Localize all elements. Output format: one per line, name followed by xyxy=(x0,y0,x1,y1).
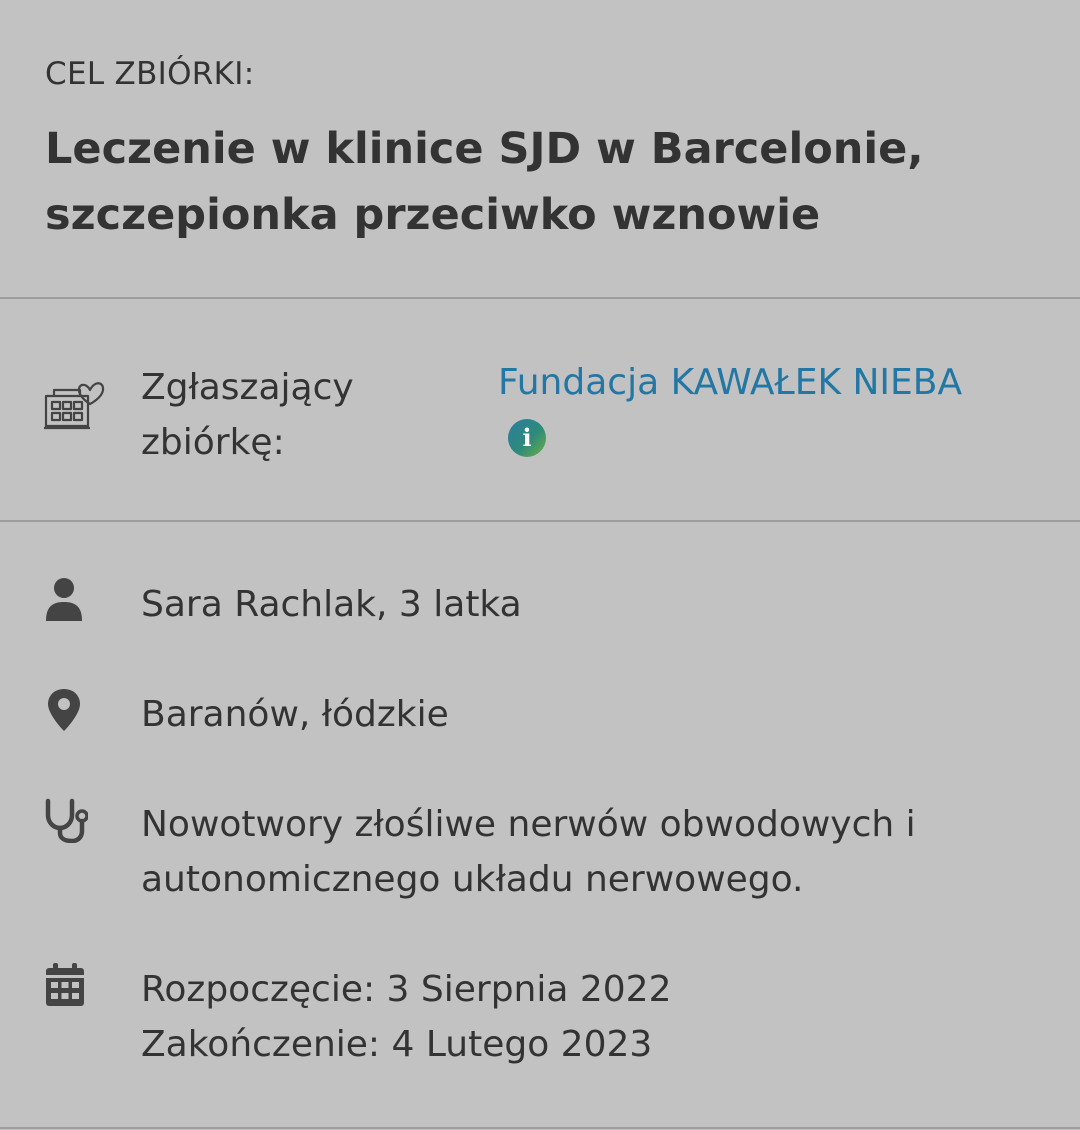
hospital-heart-icon xyxy=(44,382,105,430)
goal-label: CEL ZBIÓRKI: xyxy=(45,56,255,92)
goal-title: Leczenie w klinice SJD w Barcelonie, szc… xyxy=(45,124,924,240)
divider xyxy=(0,297,1080,299)
divider xyxy=(0,520,1080,522)
patient-name: Sara Rachlak, 3 latka xyxy=(141,584,522,625)
map-pin-icon xyxy=(48,689,80,731)
fundraiser-goal-section: CEL ZBIÓRKI: Leczenie w klinice SJD w Ba… xyxy=(0,0,1080,298)
organizer-link[interactable]: Fundacja KAWAŁEK NIEBA xyxy=(498,360,962,405)
start-date: Rozpoczęcie: 3 Sierpnia 2022 xyxy=(141,969,672,1010)
stethoscope-icon xyxy=(45,798,88,843)
diagnosis-text: Nowotwory złośliwe nerwów obwodowych i a… xyxy=(141,804,916,900)
calendar-icon xyxy=(46,963,84,1006)
end-date: Zakończenie: 4 Lutego 2023 xyxy=(141,1024,653,1065)
location-text: Baranów, łódzkie xyxy=(141,694,449,735)
organizer-label: Zgłaszający zbiórkę: xyxy=(141,367,354,463)
person-icon xyxy=(46,578,82,621)
info-icon[interactable]: i xyxy=(508,419,546,457)
divider xyxy=(0,1127,1080,1129)
dates-text: Rozpoczęcie: 3 Sierpnia 2022 Zakończenie… xyxy=(141,962,1041,1072)
